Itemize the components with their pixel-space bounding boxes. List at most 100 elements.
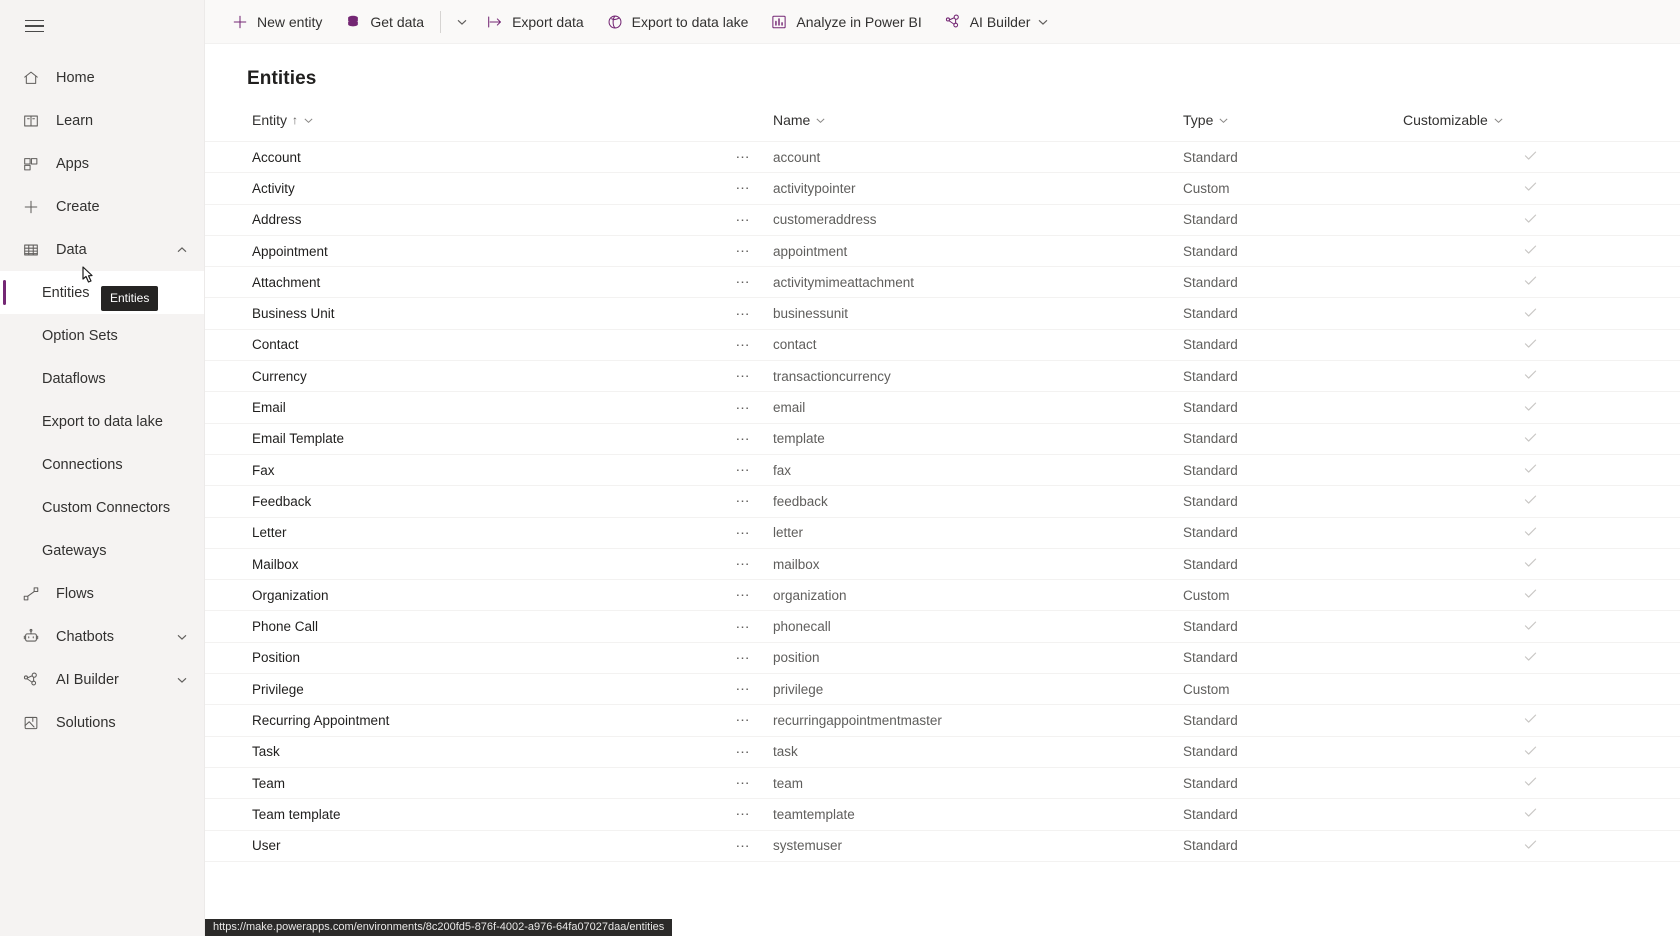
row-more-options-icon[interactable]: ⋯ [736,336,752,353]
chevron-down-icon[interactable] [1218,115,1229,126]
cell-entity[interactable]: Address ⋯ [205,204,773,235]
column-header-type[interactable]: Type [1183,112,1403,142]
row-more-options-icon[interactable]: ⋯ [736,743,752,760]
column-header-entity[interactable]: Entity ↑ [205,112,773,142]
table-row[interactable]: Team template ⋯ teamtemplate Standard [205,799,1680,831]
row-more-options-icon[interactable]: ⋯ [736,681,752,698]
command-analyze-in-power-bi[interactable]: Analyze in Power BI [761,6,930,38]
table-row[interactable]: Letter ⋯ letter Standard [205,517,1680,549]
table-row[interactable]: User ⋯ systemuser Standard [205,830,1680,862]
chevron-up-icon[interactable] [176,244,188,256]
command-export-data[interactable]: Export data [477,6,593,38]
cell-entity[interactable]: Team template ⋯ [205,799,773,830]
cell-entity[interactable]: Mailbox ⋯ [205,548,773,579]
row-more-options-icon[interactable]: ⋯ [736,649,752,666]
table-row[interactable]: Position ⋯ position Standard [205,642,1680,674]
table-row[interactable]: Recurring Appointment ⋯ recurringappointme… [205,705,1680,737]
sidebar-item-ai-builder[interactable]: AI Builder [0,658,204,701]
sidebar-item-chatbots[interactable]: Chatbots [0,615,204,658]
sidebar-item-create[interactable]: Create [0,185,204,228]
cell-entity[interactable]: Feedback ⋯ [205,486,773,517]
sidebar-item-dataflows[interactable]: Dataflows [0,357,204,400]
get-data-dropdown-button[interactable] [447,6,477,38]
row-more-options-icon[interactable]: ⋯ [736,712,752,729]
chevron-down-icon[interactable] [303,115,314,126]
table-row[interactable]: Phone Call ⋯ phonecall Standard [205,611,1680,643]
row-more-options-icon[interactable]: ⋯ [736,587,752,604]
sidebar-item-export-to-data-lake[interactable]: Export to data lake [0,400,204,443]
command-get-data[interactable]: Get data [335,6,433,38]
cell-entity[interactable]: Recurring Appointment ⋯ [205,705,773,736]
sidebar-item-apps[interactable]: Apps [0,142,204,185]
sidebar-item-gateways[interactable]: Gateways [0,529,204,572]
cell-entity[interactable]: Team ⋯ [205,767,773,798]
table-row[interactable]: Team ⋯ team Standard [205,767,1680,799]
table-row[interactable]: Email ⋯ email Standard [205,392,1680,424]
table-row[interactable]: Attachment ⋯ activitymimeattachment Standar… [205,267,1680,298]
chevron-down-icon[interactable] [815,115,826,126]
column-header-name[interactable]: Name [773,112,1183,142]
hamburger-menu-icon[interactable] [10,4,58,48]
row-more-options-icon[interactable]: ⋯ [736,775,752,792]
row-more-options-icon[interactable]: ⋯ [736,368,752,385]
cell-entity[interactable]: Letter ⋯ [205,517,773,548]
sidebar-item-option-sets[interactable]: Option Sets [0,314,204,357]
row-more-options-icon[interactable]: ⋯ [736,618,752,635]
table-row[interactable]: Activity ⋯ activitypointer Custom [205,173,1680,205]
cell-entity[interactable]: Fax ⋯ [205,454,773,485]
cell-entity[interactable]: Phone Call ⋯ [205,611,773,642]
sidebar-item-data[interactable]: Data [0,228,204,271]
table-row[interactable]: Contact ⋯ contact Standard [205,329,1680,361]
row-more-options-icon[interactable]: ⋯ [736,806,752,823]
sidebar-item-learn[interactable]: Learn [0,99,204,142]
sidebar-item-connections[interactable]: Connections [0,443,204,486]
row-more-options-icon[interactable]: ⋯ [736,243,752,260]
row-more-options-icon[interactable]: ⋯ [736,274,752,291]
chevron-down-icon[interactable] [176,631,188,643]
table-row[interactable]: Address ⋯ customeraddress Standard [205,204,1680,236]
cell-entity[interactable]: Email Template ⋯ [205,423,773,454]
table-row[interactable]: Email Template ⋯ template Standard [205,423,1680,455]
cell-entity[interactable]: Attachment ⋯ [205,267,773,298]
row-more-options-icon[interactable]: ⋯ [736,305,752,322]
table-row[interactable]: Feedback ⋯ feedback Standard [205,486,1680,518]
cell-entity[interactable]: Position ⋯ [205,642,773,673]
table-row[interactable]: Fax ⋯ fax Standard [205,454,1680,486]
table-row[interactable]: Currency ⋯ transactioncurrency Standard [205,361,1680,392]
sidebar-item-custom-connectors[interactable]: Custom Connectors [0,486,204,529]
cell-entity[interactable]: Task ⋯ [205,736,773,767]
chevron-down-icon[interactable] [1037,16,1049,28]
cell-entity[interactable]: Activity ⋯ [205,173,773,204]
row-more-options-icon[interactable]: ⋯ [736,462,752,479]
row-more-options-icon[interactable]: ⋯ [736,430,752,447]
row-more-options-icon[interactable]: ⋯ [736,556,752,573]
table-row[interactable]: Business Unit ⋯ businessunit Standard [205,298,1680,330]
row-more-options-icon[interactable]: ⋯ [736,493,752,510]
command-ai-builder[interactable]: AI Builder [935,6,1059,38]
cell-entity[interactable]: Organization ⋯ [205,580,773,611]
command-new-entity[interactable]: New entity [222,6,331,38]
chevron-down-icon[interactable] [1493,115,1504,126]
row-more-options-icon[interactable]: ⋯ [736,524,752,541]
cell-entity[interactable]: Contact ⋯ [205,329,773,360]
row-more-options-icon[interactable]: ⋯ [736,149,752,166]
row-more-options-icon[interactable]: ⋯ [736,837,752,854]
cell-entity[interactable]: Business Unit ⋯ [205,298,773,329]
row-more-options-icon[interactable]: ⋯ [736,399,752,416]
row-more-options-icon[interactable]: ⋯ [736,211,752,228]
cell-entity[interactable]: User ⋯ [205,830,773,861]
command-export-to-data-lake[interactable]: Export to data lake [597,6,758,38]
table-row[interactable]: Privilege ⋯ privilege Custom [205,674,1680,705]
table-row[interactable]: Mailbox ⋯ mailbox Standard [205,548,1680,580]
cell-entity[interactable]: Currency ⋯ [205,361,773,392]
cell-entity[interactable]: Appointment ⋯ [205,235,773,266]
cell-entity[interactable]: Email ⋯ [205,392,773,423]
table-row[interactable]: Account ⋯ account Standard [205,141,1680,173]
table-row[interactable]: Appointment ⋯ appointment Standard [205,235,1680,267]
row-more-options-icon[interactable]: ⋯ [736,180,752,197]
table-row[interactable]: Task ⋯ task Standard [205,736,1680,768]
chevron-down-icon[interactable] [176,674,188,686]
cell-entity[interactable]: Account ⋯ [205,142,773,173]
table-row[interactable]: Organization ⋯ organization Custom [205,580,1680,611]
column-header-customizable[interactable]: Customizable [1403,112,1680,142]
